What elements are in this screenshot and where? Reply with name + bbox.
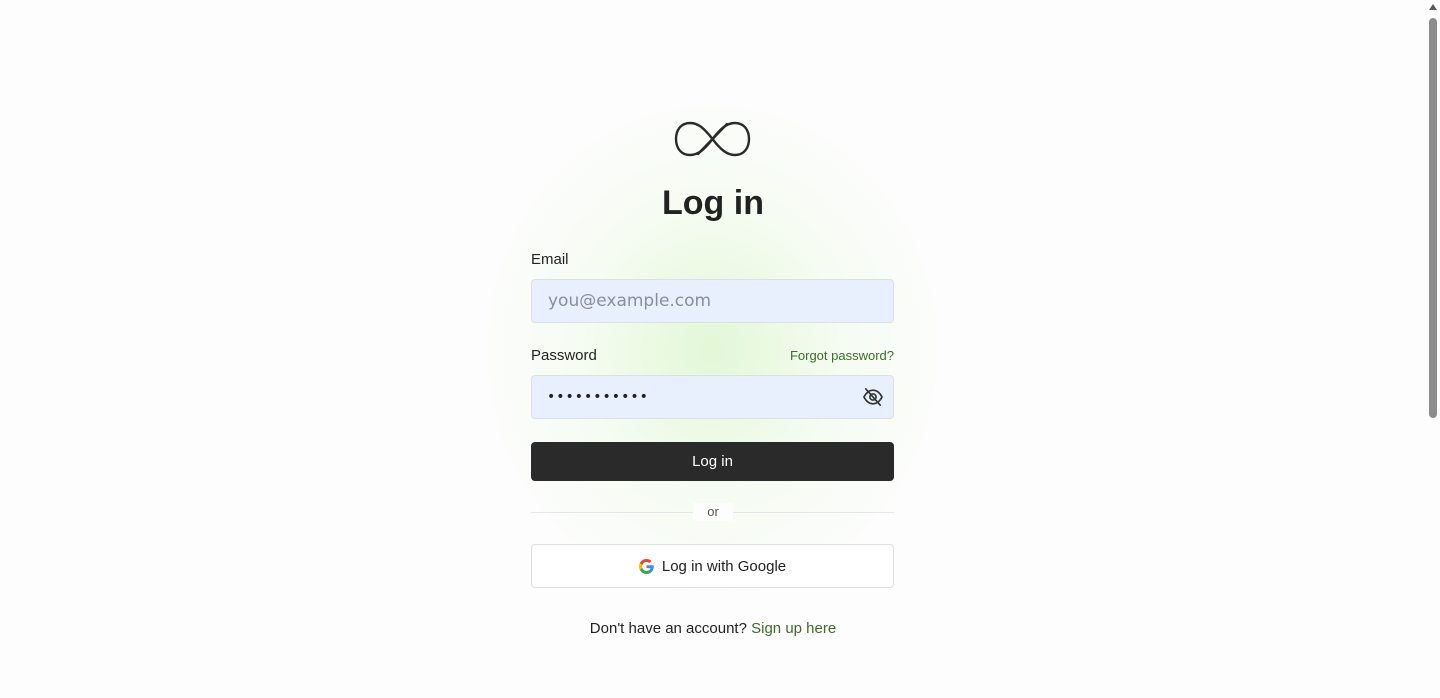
password-label: Password: [531, 347, 597, 364]
google-login-button[interactable]: Log in with Google: [531, 544, 894, 588]
eye-off-icon[interactable]: [862, 387, 884, 407]
google-icon: [638, 558, 654, 574]
divider-label: or: [693, 503, 733, 521]
forgot-password-link[interactable]: Forgot password?: [760, 348, 894, 363]
login-page: Log in Email Password Forgot password? L…: [0, 0, 1440, 698]
signup-prompt: Don't have an account?: [589, 620, 747, 637]
infinity-icon: [674, 121, 751, 157]
page-title: Log in: [662, 184, 764, 222]
scroll-up-arrow-icon[interactable]: [1429, 4, 1437, 10]
login-button[interactable]: Log in: [531, 442, 894, 481]
email-input[interactable]: [531, 279, 894, 323]
signup-link[interactable]: Sign up here: [751, 620, 836, 637]
vertical-scrollbar[interactable]: [1426, 0, 1440, 698]
email-label: Email: [531, 251, 569, 268]
password-input[interactable]: [531, 375, 894, 419]
scroll-thumb[interactable]: [1429, 18, 1437, 418]
google-login-label: Log in with Google: [661, 557, 787, 575]
signup-row: Don't have an account? Sign up here: [0, 620, 1426, 637]
